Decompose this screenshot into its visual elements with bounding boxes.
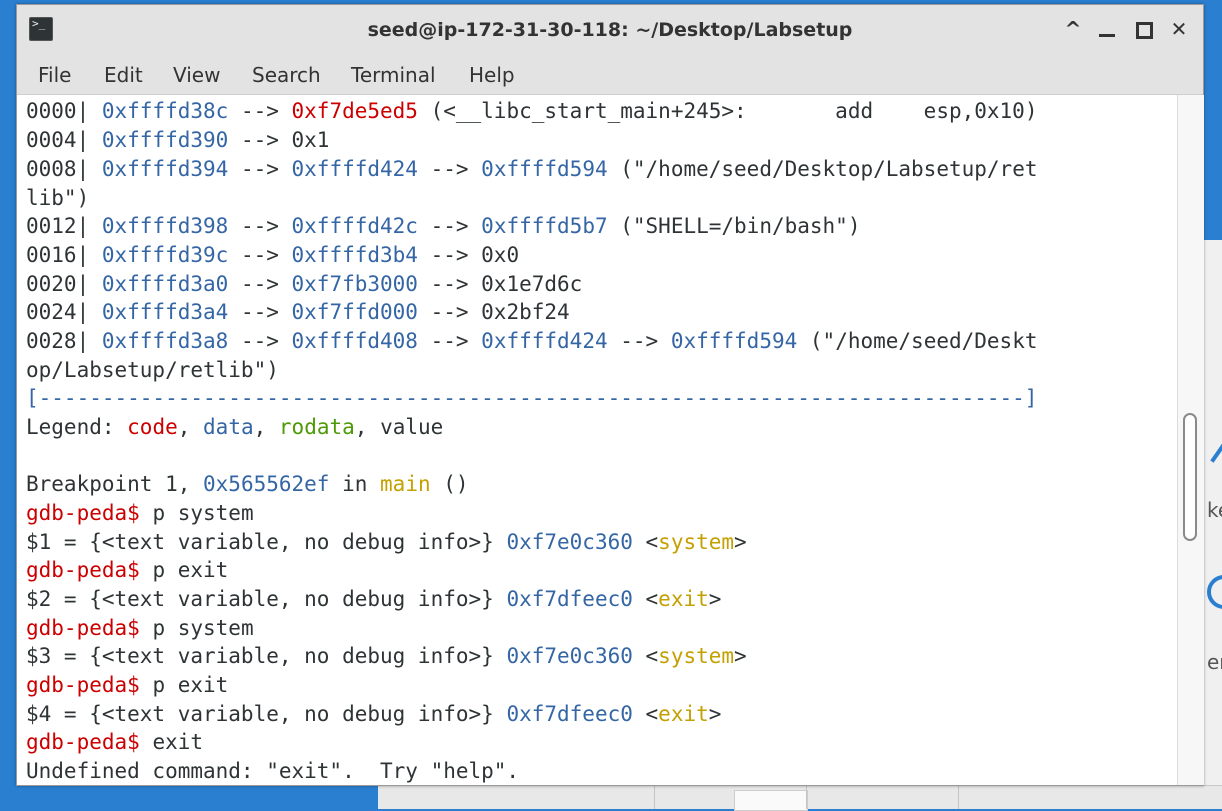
gdb-prompt: gdb-peda$ — [26, 616, 140, 640]
stack-line: 0016| 0xffffd39c --> 0xffffd3b4 --> 0x0 — [26, 243, 520, 267]
result-line: $4 = {<text variable, no debug info>} 0x… — [26, 702, 722, 726]
chevron-up-icon: ^ — [1064, 17, 1082, 41]
close-icon: ✕ — [1170, 17, 1188, 41]
minimize-icon — [1099, 34, 1115, 37]
stack-line: 0008| 0xffffd394 --> 0xffffd424 --> 0xff… — [26, 157, 1038, 181]
maximize-icon — [1136, 22, 1153, 39]
legend-line: Legend: code, data, rodata, value — [26, 415, 444, 439]
menu-file[interactable]: File — [38, 63, 71, 87]
stack-line: 0004| 0xffffd390 --> 0x1 — [26, 128, 330, 152]
taskbar-divider — [806, 786, 807, 809]
menu-view[interactable]: View — [173, 63, 220, 87]
keep-above-button[interactable]: ^ — [1059, 15, 1087, 43]
gdb-prompt: gdb-peda$ — [26, 558, 140, 582]
stack-line: 0028| 0xffffd3a8 --> 0xffffd408 --> 0xff… — [26, 329, 1038, 353]
command-line: gdb-peda$ p system — [26, 501, 254, 525]
window-title: seed@ip-172-31-30-118: ~/Desktop/Labsetu… — [367, 19, 853, 41]
section-separator: [---------------------------------------… — [26, 386, 1038, 410]
menu-search[interactable]: Search — [252, 63, 321, 87]
menu-bar: File Edit View Search Terminal Help — [17, 55, 1203, 95]
menu-help[interactable]: Help — [469, 63, 515, 87]
command-line: gdb-peda$ p exit — [26, 558, 229, 582]
stack-line: 0024| 0xffffd3a4 --> 0xf7ffd000 --> 0x2b… — [26, 300, 570, 324]
menu-edit[interactable]: Edit — [104, 63, 143, 87]
maximize-button[interactable] — [1129, 15, 1157, 43]
vertical-scrollbar[interactable] — [1177, 95, 1204, 785]
background-text-fragment: er — [1207, 650, 1222, 674]
taskbar-divider — [654, 786, 655, 809]
minimize-button[interactable] — [1093, 15, 1121, 43]
gdb-prompt: gdb-peda$ — [26, 673, 140, 697]
gdb-prompt: gdb-peda$ — [26, 501, 140, 525]
terminal-output[interactable]: 0000| 0xffffd38c --> 0xf7de5ed5 (<__libc… — [17, 95, 1177, 785]
taskbar-divider — [958, 786, 959, 809]
background-taskbar-fragment — [378, 785, 1222, 811]
terminal-window: >_ seed@ip-172-31-30-118: ~/Desktop/Labs… — [16, 4, 1204, 786]
breakpoint-line: Breakpoint 1, 0x565562ef in main () — [26, 472, 469, 496]
command-line: gdb-peda$ p system — [26, 616, 254, 640]
close-button[interactable]: ✕ — [1165, 15, 1193, 43]
stack-line-continuation: lib") — [26, 186, 90, 210]
background-ring-icon — [1207, 575, 1222, 609]
command-line: gdb-peda$ exit — [26, 730, 204, 754]
gdb-prompt: gdb-peda$ — [26, 730, 140, 754]
stack-line: 0020| 0xffffd3a0 --> 0xf7fb3000 --> 0x1e… — [26, 272, 583, 296]
menu-terminal[interactable]: Terminal — [351, 63, 436, 87]
result-line: $3 = {<text variable, no debug info>} 0x… — [26, 644, 747, 668]
scrollbar-thumb[interactable] — [1183, 413, 1197, 541]
command-line: gdb-peda$ p exit — [26, 673, 229, 697]
background-text-fragment: ke — [1207, 498, 1222, 522]
error-line: Undefined command: "exit". Try "help". — [26, 759, 520, 783]
stack-line: 0000| 0xffffd38c --> 0xf7de5ed5 (<__libc… — [26, 99, 1038, 123]
title-bar[interactable]: >_ seed@ip-172-31-30-118: ~/Desktop/Labs… — [17, 5, 1203, 55]
result-line: $1 = {<text variable, no debug info>} 0x… — [26, 530, 747, 554]
stack-line: 0012| 0xffffd398 --> 0xffffd42c --> 0xff… — [26, 214, 861, 238]
stack-line-continuation: op/Labsetup/retlib") — [26, 358, 279, 382]
result-line: $2 = {<text variable, no debug info>} 0x… — [26, 587, 722, 611]
